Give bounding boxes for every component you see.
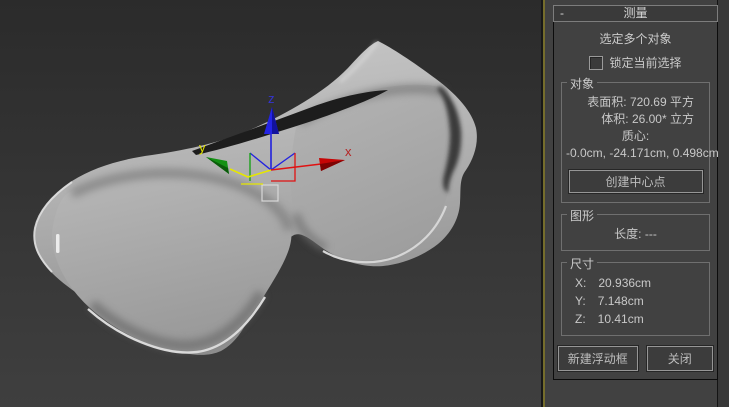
dimension-x-axis: X: bbox=[575, 274, 586, 292]
volume-label: 体积: bbox=[601, 112, 628, 126]
length-line: 长度: --- bbox=[566, 226, 705, 243]
gizmo-y-label: y bbox=[199, 140, 206, 155]
dimension-z-value: 10.41cm bbox=[598, 310, 644, 328]
centroid-label: 质心: bbox=[566, 128, 705, 145]
close-button[interactable]: 关闭 bbox=[647, 346, 713, 371]
panel-resize-splitter[interactable] bbox=[543, 0, 545, 407]
surface-area-label: 表面积: bbox=[587, 95, 626, 109]
shapes-group-legend: 图形 bbox=[567, 207, 597, 224]
goggles-model-render: z x y bbox=[0, 0, 541, 407]
measure-rollout-body: 选定多个对象 锁定当前选择 对象 表面积: 720.69 平方 体积: 26.0… bbox=[553, 22, 718, 380]
left-lens-highlight-tick bbox=[56, 234, 60, 253]
dimensions-group-legend: 尺寸 bbox=[567, 255, 597, 272]
new-floater-button[interactable]: 新建浮动框 bbox=[558, 346, 638, 371]
rollout-collapse-icon[interactable]: - bbox=[560, 6, 564, 21]
gizmo-z-label: z bbox=[268, 91, 275, 106]
lock-selection-label: 锁定当前选择 bbox=[609, 54, 681, 71]
surface-area-line: 表面积: 720.69 平方 bbox=[566, 94, 705, 111]
object-group-legend: 对象 bbox=[567, 75, 597, 92]
panel-scroll-strip[interactable] bbox=[717, 0, 729, 407]
application-window: z x y - 测量 选定多个对象 bbox=[0, 0, 729, 407]
selection-status-text: 选定多个对象 bbox=[557, 30, 714, 47]
dimension-x-value: 20.936cm bbox=[598, 274, 651, 292]
dimensions-group: 尺寸 X: 20.936cm Y: 7.148cm Z: 10.41cm bbox=[561, 262, 710, 336]
command-panel: - 测量 选定多个对象 锁定当前选择 对象 表面积: 720.69 平方 bbox=[541, 0, 729, 407]
length-label: 长度: bbox=[614, 227, 641, 241]
centroid-value: -0.0cm, -24.171cm, 0.498cm bbox=[566, 145, 705, 162]
lock-selection-row: 锁定当前选择 bbox=[557, 54, 714, 71]
length-value: --- bbox=[645, 227, 657, 241]
dimension-row-y: Y: 7.148cm bbox=[566, 292, 705, 310]
measure-rollout: - 测量 选定多个对象 锁定当前选择 对象 表面积: 720.69 平方 bbox=[553, 5, 718, 380]
volume-value: 26.00* 立方 bbox=[632, 112, 694, 126]
object-group: 对象 表面积: 720.69 平方 体积: 26.00* 立方 质心: -0.0… bbox=[561, 82, 710, 203]
viewport-3d[interactable]: z x y bbox=[0, 0, 541, 407]
lock-selection-checkbox[interactable] bbox=[589, 56, 603, 70]
volume-line: 体积: 26.00* 立方 bbox=[566, 111, 705, 128]
dimension-z-axis: Z: bbox=[575, 310, 586, 328]
create-center-point-button[interactable]: 创建中心点 bbox=[569, 170, 703, 193]
measure-rollout-header[interactable]: - 测量 bbox=[553, 5, 718, 22]
gizmo-x-label: x bbox=[345, 144, 352, 159]
dimension-y-value: 7.148cm bbox=[598, 292, 644, 310]
dimension-row-z: Z: 10.41cm bbox=[566, 310, 705, 328]
dimension-y-axis: Y: bbox=[575, 292, 586, 310]
dimension-row-x: X: 20.936cm bbox=[566, 274, 705, 292]
surface-area-value: 720.69 平方 bbox=[630, 95, 694, 109]
rollout-title: 测量 bbox=[623, 6, 647, 20]
shapes-group: 图形 长度: --- bbox=[561, 214, 710, 251]
rollout-bottom-buttons: 新建浮动框 关闭 bbox=[558, 346, 713, 371]
